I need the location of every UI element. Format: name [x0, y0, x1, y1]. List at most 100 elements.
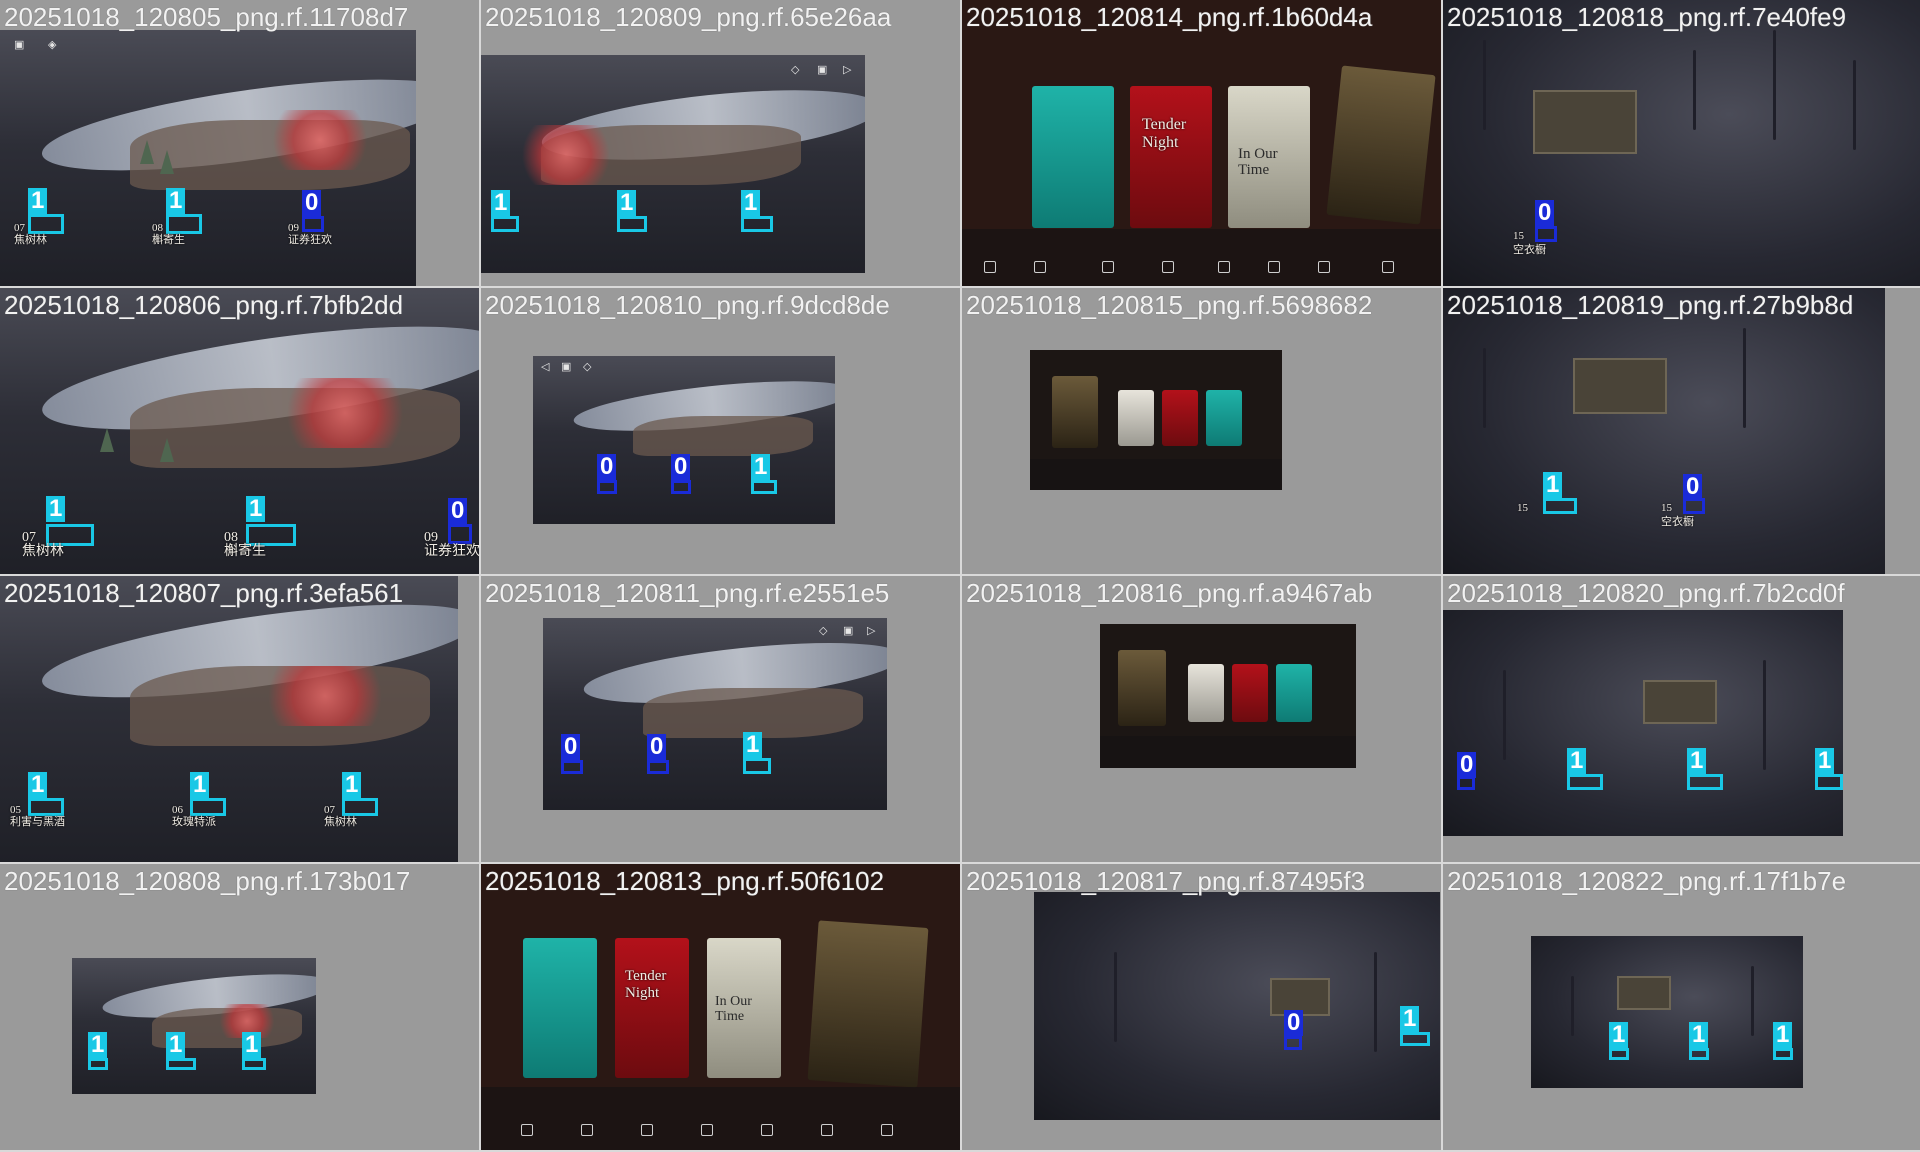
tile-16[interactable]: 1 1 1 20251018_120822_png.rf.17f1b7e — [1443, 864, 1920, 1150]
menu-icon[interactable] — [701, 1124, 713, 1137]
bounding-box — [166, 214, 202, 234]
menu-icon[interactable] — [1268, 261, 1280, 274]
tile-filename: 20251018_120822_png.rf.17f1b7e — [1447, 866, 1847, 896]
tile-3[interactable]: Tender Night In Our Time 20251018_120814… — [962, 0, 1441, 286]
tile-15[interactable]: 0 1 20251018_120817_png.rf.87495f3 — [962, 864, 1441, 1150]
card-name: 槲寄生 — [152, 234, 185, 246]
bounding-box — [46, 524, 94, 546]
book-card[interactable] — [1232, 664, 1268, 722]
book-title: Tender Night — [625, 968, 667, 1001]
stop-icon[interactable]: ▣ — [561, 362, 571, 373]
label-class: 0 — [647, 734, 667, 760]
tile-6[interactable]: ◁ ▣ ◇ 0 0 1 20251018_120810_png.rf.9dcd8… — [481, 288, 960, 574]
card-name: 证券狂欢 — [288, 234, 332, 246]
book-card[interactable] — [1162, 390, 1198, 446]
screenshot: Tender Night In Our Time — [962, 0, 1441, 286]
play-icon[interactable]: ▷ — [843, 65, 851, 76]
card-name: 焦树林 — [22, 544, 64, 559]
book-title: In Our Time — [715, 994, 752, 1024]
bounding-box — [1567, 774, 1603, 790]
menu-icon[interactable] — [881, 1124, 893, 1137]
bounding-box — [1400, 1032, 1430, 1046]
book-card[interactable] — [523, 938, 597, 1078]
stop-icon[interactable]: ▣ — [843, 626, 853, 637]
menu-icon[interactable] — [761, 1124, 773, 1137]
diamond-icon[interactable]: ◇ — [583, 362, 591, 373]
menu-icon[interactable] — [821, 1124, 833, 1137]
play-icon[interactable]: ▷ — [867, 626, 875, 637]
diamond-icon[interactable]: ◇ — [791, 65, 799, 76]
bounding-box — [28, 214, 64, 234]
book-card[interactable]: Tender Night — [1130, 86, 1212, 228]
book-card[interactable] — [1052, 376, 1098, 448]
card-name: 玫瑰特派 — [172, 816, 216, 828]
label-class: 0 — [448, 498, 468, 524]
book-card[interactable] — [807, 920, 929, 1088]
label-class: 1 — [1543, 472, 1563, 498]
tile-7[interactable]: 20251018_120815_png.rf.5698682 — [962, 288, 1441, 574]
diamond-icon[interactable]: ◇ — [819, 626, 827, 637]
menu-icon[interactable] — [1102, 261, 1114, 274]
tile-1[interactable]: ▣ ◈ 1 07 焦树林 1 08 槲寄生 0 09 证券狂欢 20251018… — [0, 0, 479, 286]
back-icon[interactable]: ◁ — [541, 362, 549, 373]
book-card[interactable] — [1276, 664, 1312, 722]
screenshot — [1531, 936, 1803, 1088]
label-class: 0 — [1535, 200, 1555, 226]
tile-10[interactable]: ◇ ▣ ▷ 0 0 1 20251018_120811_png.rf.e2551… — [481, 576, 960, 862]
menu-icon[interactable] — [641, 1124, 653, 1137]
bounding-box — [1609, 1048, 1629, 1060]
menu-icon[interactable] — [1034, 261, 1046, 274]
tile-13[interactable]: 1 1 1 20251018_120808_png.rf.173b017 — [0, 864, 479, 1150]
chest — [1533, 90, 1637, 154]
menu-icon[interactable] — [1318, 261, 1330, 274]
card-number: 06 — [172, 804, 183, 816]
book-card[interactable]: In Our Time — [707, 938, 781, 1078]
book-card[interactable] — [1326, 65, 1436, 225]
tile-5[interactable]: 1 07 焦树林 1 08 槲寄生 0 09 证券狂欢 20251018_120… — [0, 288, 479, 574]
tile-8[interactable]: 1 15 0 15 空衣橱 20251018_120819_png.rf.27b… — [1443, 288, 1920, 574]
menu-icon[interactable] — [1218, 261, 1230, 274]
book-card[interactable] — [1188, 664, 1224, 722]
chest — [1643, 680, 1717, 724]
label-class: 1 — [617, 190, 637, 216]
tile-14[interactable]: Tender Night In Our Time 20251018_120813… — [481, 864, 960, 1150]
bounding-box — [751, 480, 777, 494]
label-class: 1 — [28, 188, 48, 214]
bottom-toolbar — [1030, 459, 1282, 490]
book-card[interactable]: In Our Time — [1228, 86, 1310, 228]
tile-12[interactable]: 0 1 1 1 20251018_120820_png.rf.7b2cd0f — [1443, 576, 1920, 862]
tile-11[interactable]: 20251018_120816_png.rf.a9467ab — [962, 576, 1441, 862]
stop-icon[interactable]: ▣ — [14, 40, 24, 51]
chest — [1617, 976, 1671, 1010]
menu-icon[interactable] — [1382, 261, 1394, 274]
tile-9[interactable]: 1 05 利害与黑酒 1 06 玫瑰特派 1 07 焦树林 20251018_1… — [0, 576, 479, 862]
bounding-box — [1687, 774, 1723, 790]
book-card[interactable] — [1032, 86, 1114, 228]
menu-icon[interactable] — [581, 1124, 593, 1137]
card-number: 08 — [224, 530, 238, 545]
tile-filename: 20251018_120808_png.rf.173b017 — [4, 866, 411, 896]
tile-2[interactable]: ◇ ▣ ▷ 1 1 1 20251018_120809_png.rf.65e26… — [481, 0, 960, 286]
bounding-box — [1457, 776, 1475, 790]
label-class: 1 — [1567, 748, 1587, 774]
card-name: 焦树林 — [14, 234, 47, 246]
menu-icon[interactable] — [521, 1124, 533, 1137]
book-card[interactable]: Tender Night — [615, 938, 689, 1078]
label-class: 1 — [88, 1032, 108, 1058]
tile-4[interactable]: 0 15 空衣橱 20251018_120818_png.rf.7e40fe9 — [1443, 0, 1920, 286]
info-icon[interactable]: ◈ — [48, 40, 56, 51]
label-class: 1 — [242, 1032, 262, 1058]
book-card[interactable] — [1118, 650, 1166, 726]
menu-icon[interactable] — [984, 261, 996, 274]
stop-icon[interactable]: ▣ — [817, 65, 827, 76]
label-class: 1 — [190, 772, 210, 798]
card-number: 07 — [14, 222, 25, 234]
tile-filename: 20251018_120813_png.rf.50f6102 — [485, 866, 885, 896]
book-card[interactable] — [1206, 390, 1242, 446]
tile-filename: 20251018_120807_png.rf.3efa561 — [4, 578, 404, 608]
bounding-box — [342, 798, 378, 816]
bounding-box — [743, 758, 771, 774]
menu-icon[interactable] — [1162, 261, 1174, 274]
bounding-box — [242, 1058, 266, 1070]
book-card[interactable] — [1118, 390, 1154, 446]
